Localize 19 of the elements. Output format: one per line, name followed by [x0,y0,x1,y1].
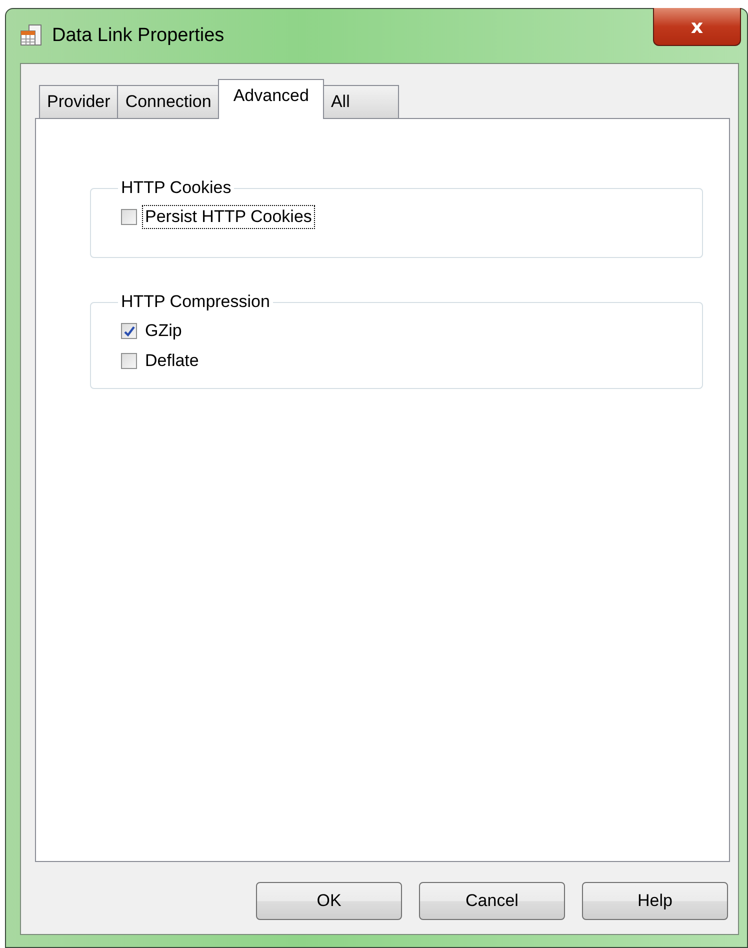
tab[interactable]: All [322,85,399,118]
checkbox-label: Persist HTTP Cookies [143,206,314,228]
tab[interactable]: Provider [39,85,118,118]
close-button[interactable]: x [653,8,741,46]
checkbox-label: GZip [144,320,183,342]
dialog-button[interactable]: OK [256,882,402,920]
tab[interactable]: Advanced [218,79,324,119]
dialog-button[interactable]: Cancel [419,882,565,920]
checkbox[interactable] [121,323,137,339]
checkbox[interactable] [121,209,137,225]
group-title: HTTP Compression [120,292,271,312]
checkbox[interactable] [121,353,137,369]
checkbox-label: Deflate [144,350,200,372]
table-icon [20,24,44,48]
checkmark-icon [124,326,134,336]
dialog-button[interactable]: Help [582,882,728,920]
tab[interactable]: Connection [117,85,220,118]
window-title: Data Link Properties [52,25,224,47]
group-title: HTTP Cookies [120,178,232,198]
